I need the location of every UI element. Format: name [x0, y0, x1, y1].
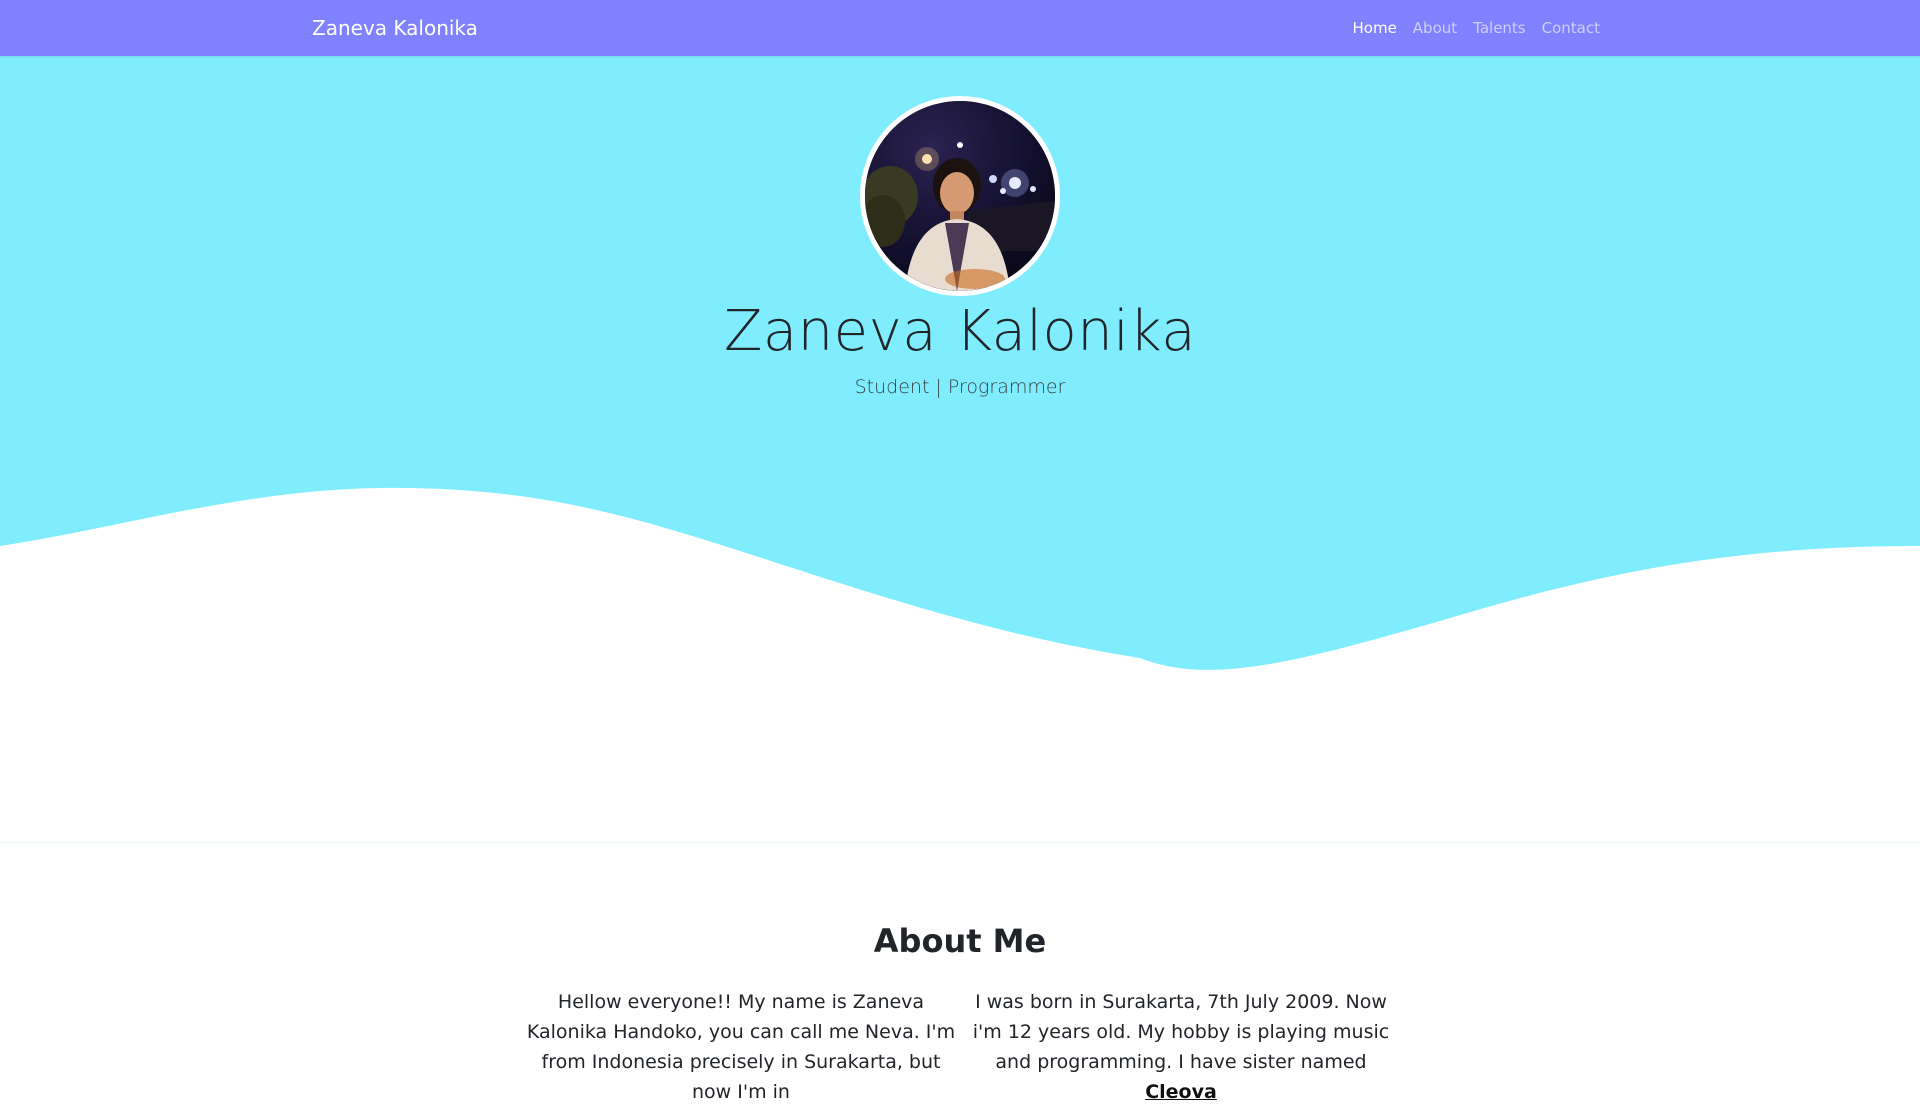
sister-link[interactable]: Cleova	[1145, 1081, 1217, 1103]
nav-links: Home About Talents Contact	[1353, 18, 1601, 38]
hero-name: Zaneva Kalonika	[723, 299, 1197, 364]
about-paragraph-right: I was born in Surakarta, 7th July 2009. …	[966, 987, 1396, 1107]
nav-link-contact[interactable]: Contact	[1542, 18, 1600, 38]
profile-photo-icon	[865, 101, 1055, 291]
about-section: About Me Hellow everyone!! My name is Za…	[0, 845, 1920, 1103]
hero-section: Zaneva Kalonika Student | Programmer	[0, 56, 1920, 844]
about-paragraph-right-text: I was born in Surakarta, 7th July 2009. …	[972, 991, 1390, 1073]
navbar-brand[interactable]: Zaneva Kalonika	[312, 15, 478, 41]
profile-avatar	[860, 96, 1060, 296]
about-title: About Me	[873, 922, 1047, 960]
about-paragraph-left: Hellow everyone!! My name is Zaneva Kalo…	[526, 991, 956, 1103]
navbar: Zaneva Kalonika Home About Talents Conta…	[0, 0, 1920, 56]
nav-link-home[interactable]: Home	[1353, 18, 1397, 38]
section-divider	[0, 842, 1920, 843]
nav-link-talents[interactable]: Talents	[1473, 18, 1525, 38]
nav-link-about[interactable]: About	[1413, 18, 1457, 38]
hero-subtitle: Student | Programmer	[854, 376, 1066, 398]
